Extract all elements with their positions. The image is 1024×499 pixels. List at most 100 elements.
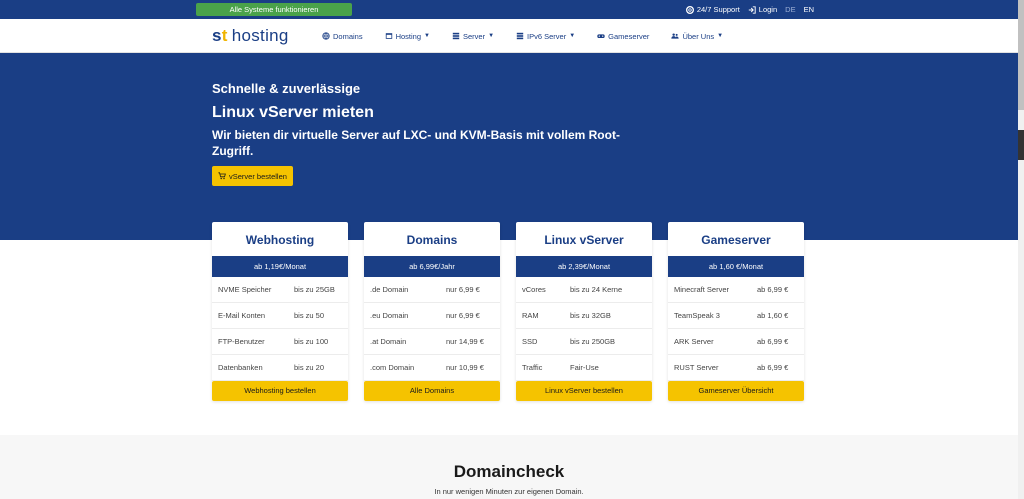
login-label: Login [758,5,778,14]
feature-value: Fair-Use [570,363,599,372]
card-title: Domains [406,233,458,247]
card-title: Linux vServer [544,233,624,247]
nav-label-hosting: Hosting [395,31,422,41]
products-band [0,240,1018,435]
vserver-order-label: vServer bestellen [229,171,287,181]
hero-section: Schnelle & zuverlässige Linux vServer mi… [0,53,1018,240]
feature-label: Datenbanken [218,363,263,372]
product-card-domains: Domains ab 6,99€/Jahr .de Domain nur 6,99… [364,222,500,401]
vserver-card-order-button[interactable]: Linux vServer bestellen [516,381,652,401]
feature-label: Traffic [522,363,543,372]
scrollbar-thumb[interactable] [1018,0,1024,110]
feature-label: Minecraft Server [674,285,730,294]
nav-label-ipv6: IPv6 Server [527,31,567,41]
card-price: ab 2,39€/Monat [516,256,652,277]
card-title: Webhosting [245,233,315,247]
feature-label: .eu Domain [370,311,409,320]
card-row: RUST Server ab 6,99 € [668,355,804,381]
gameserver-overview-button[interactable]: Gameserver Übersicht [668,381,804,401]
feature-value: bis zu 24 Kerne [570,285,623,294]
nav-label-gameserver: Gameserver [608,31,650,41]
server-icon [516,32,524,40]
chevron-down-icon: ▼ [488,33,495,39]
lang-de-link[interactable]: DE [785,5,795,14]
card-row: ARK Server ab 6,99 € [668,329,804,355]
support-label: 24/7 Support [696,5,740,14]
feature-value: bis zu 50 [294,311,325,320]
nav-label-server: Server [462,31,486,41]
card-price: ab 6,99€/Jahr [364,256,500,277]
hero-subheading: Schnelle & zuverlässige [212,81,361,96]
card-row: FTP-Benutzer bis zu 100 [212,329,348,355]
nav-item-gameserver[interactable]: Gameserver [597,32,649,41]
system-status-badge[interactable]: Alle Systeme funktionieren [196,3,352,16]
card-row: E-Mail Konten bis zu 50 [212,303,348,329]
nav-item-server[interactable]: Server ▼ [452,32,494,41]
product-card-gameserver: Gameserver ab 1,60 €/Monat Minecraft Ser… [668,222,804,401]
nav-item-ipv6[interactable]: IPv6 Server ▼ [516,32,575,41]
page-scrollbar[interactable] [1018,0,1024,499]
feature-value: bis zu 25GB [294,285,335,294]
logo-text: hosting [231,26,289,45]
card-title: Gameserver [701,233,771,247]
card-row: vCores bis zu 24 Kerne [516,277,652,303]
gamepad-icon [597,34,605,38]
feature-value: ab 6,99 € [757,363,789,372]
top-bar: Alle Systeme funktionieren 24/7 Support … [0,0,1018,19]
feature-value: nur 6,99 € [446,285,480,294]
feature-label: RAM [522,311,539,320]
product-card-webhosting: Webhosting ab 1,19€/Monat NVME Speicher b… [212,222,348,401]
feature-value: bis zu 32GB [570,311,611,320]
globe-icon [322,32,330,40]
sign-in-icon [748,5,756,14]
domaincheck-subtitle: In nur wenigen Minuten zur eigenen Domai… [434,487,584,496]
feature-label: .at Domain [370,337,407,346]
all-domains-button[interactable]: Alle Domains [364,381,500,401]
webhosting-order-button[interactable]: Webhosting bestellen [212,381,348,401]
nav-item-hosting[interactable]: Hosting ▼ [385,32,430,41]
feature-label: ARK Server [674,337,714,346]
feature-value: bis zu 20 [294,363,325,372]
card-row: SSD bis zu 250GB [516,329,652,355]
hero-heading: Linux vServer mieten [212,104,374,121]
feature-value: bis zu 100 [294,337,329,346]
feature-value: ab 6,99 € [757,285,789,294]
main-navbar: st hosting Domains Hosting ▼ Server ▼ IP… [0,19,1018,53]
window-icon [385,33,392,39]
vserver-order-button[interactable]: vServer bestellen [212,166,293,186]
hero-description: Wir bieten dir virtuelle Server auf LXC-… [212,128,620,158]
card-row: Minecraft Server ab 6,99 € [668,277,804,303]
lifebuoy-icon [685,5,694,14]
cart-icon [218,172,226,180]
card-row: Datenbanken bis zu 20 [212,355,348,381]
domaincheck-heading: Domaincheck [453,462,565,481]
card-row: Traffic Fair-Use [516,355,652,381]
support-link[interactable]: 24/7 Support [685,5,740,14]
login-link[interactable]: Login [748,5,777,14]
nav-label-about: Über Uns [682,31,715,41]
feature-value: nur 6,99 € [446,311,480,320]
feature-label: RUST Server [674,363,719,372]
users-icon [671,33,680,39]
site-logo[interactable]: st hosting [212,26,289,46]
chevron-down-icon: ▼ [569,33,576,39]
feature-value: nur 10,99 € [446,363,484,372]
feature-label: .de Domain [370,285,409,294]
feature-label: NVME Speicher [218,285,272,294]
card-row: NVME Speicher bis zu 25GB [212,277,348,303]
feature-value: bis zu 250GB [570,337,616,346]
nav-item-domains[interactable]: Domains [322,32,363,41]
side-tab[interactable] [1018,130,1024,160]
server-icon [452,32,460,40]
feature-value: nur 14,99 € [446,337,484,346]
nav-menu: Domains Hosting ▼ Server ▼ IPv6 Server ▼… [322,19,723,53]
nav-item-about[interactable]: Über Uns ▼ [671,32,723,41]
feature-label: E-Mail Konten [218,311,266,320]
topbar-links: 24/7 Support Login DE EN [685,0,814,19]
card-row: .at Domain nur 14,99 € [364,329,500,355]
card-row: .eu Domain nur 6,99 € [364,303,500,329]
feature-label: TeamSpeak 3 [674,311,720,320]
lang-en-link[interactable]: EN [804,5,814,14]
card-row: RAM bis zu 32GB [516,303,652,329]
card-row: .com Domain nur 10,99 € [364,355,500,381]
